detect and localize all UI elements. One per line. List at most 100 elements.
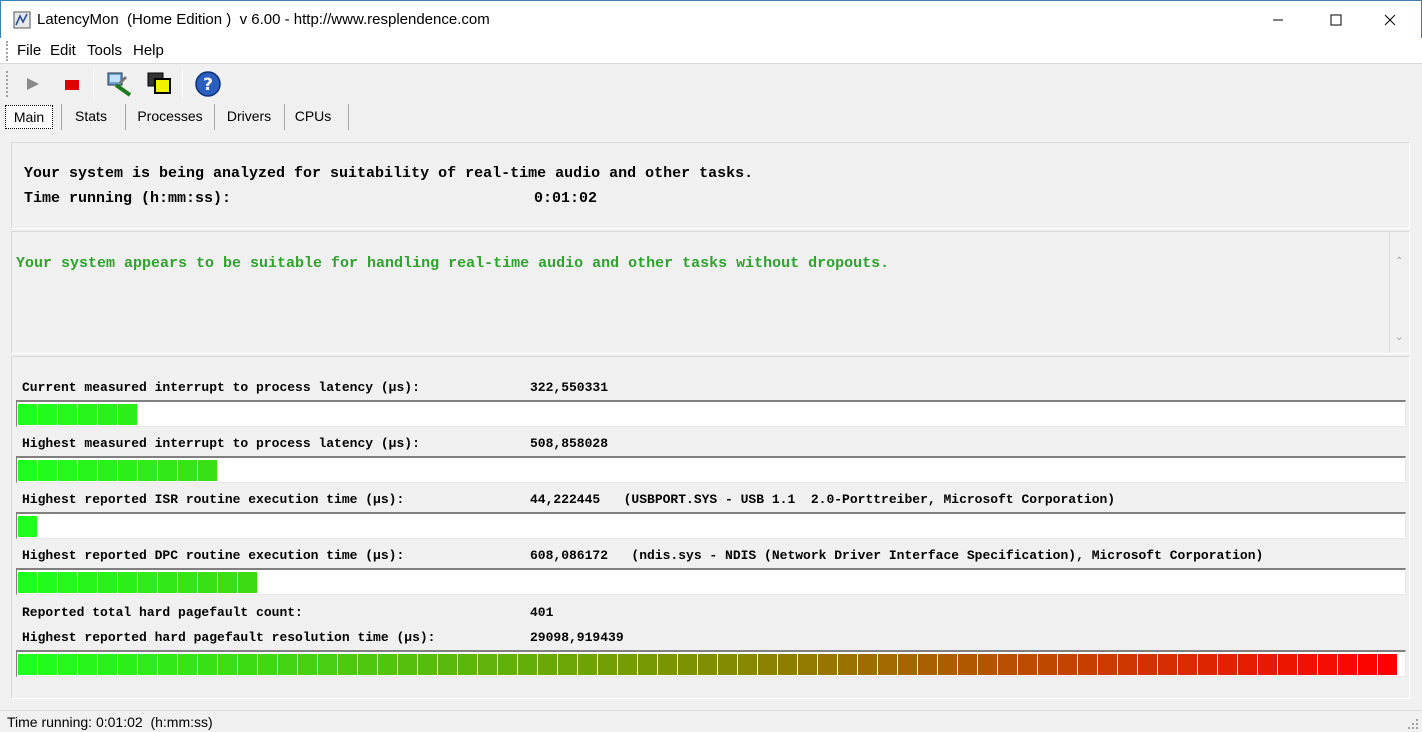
current-latency-label: Current measured interrupt to process la… bbox=[22, 380, 420, 395]
bar-segment bbox=[858, 654, 877, 675]
bar-segment bbox=[598, 654, 617, 675]
bar-segment bbox=[458, 654, 477, 675]
bar-segment bbox=[118, 654, 137, 675]
latencymon-app-icon bbox=[13, 11, 31, 29]
dpc-bar bbox=[16, 568, 1406, 595]
bar-segment bbox=[18, 460, 37, 481]
bar-segment bbox=[98, 572, 117, 593]
bar-segment bbox=[278, 654, 297, 675]
bar-segment bbox=[878, 654, 897, 675]
pagefault-time-bar bbox=[16, 650, 1406, 677]
bar-segment bbox=[978, 654, 997, 675]
bar-segment bbox=[98, 654, 117, 675]
tab-drivers[interactable]: Drivers bbox=[218, 105, 280, 129]
bar-segment bbox=[1018, 654, 1037, 675]
status-time-running: Time running: 0:01:02 (h:mm:ss) bbox=[7, 714, 213, 730]
bar-segment bbox=[58, 572, 77, 593]
toolbar-separator bbox=[182, 69, 183, 99]
resize-grip-icon[interactable] bbox=[1407, 718, 1419, 730]
menu-help[interactable]: Help bbox=[133, 42, 164, 59]
menu-file[interactable]: File bbox=[17, 42, 41, 59]
bar-segment bbox=[138, 572, 157, 593]
metrics-panel: Current measured interrupt to process la… bbox=[11, 356, 1410, 699]
bar-segment bbox=[638, 654, 657, 675]
bar-segment bbox=[438, 654, 457, 675]
bar-segment bbox=[138, 460, 157, 481]
bar-segment bbox=[178, 572, 197, 593]
status-bar: Time running: 0:01:02 (h:mm:ss) bbox=[0, 710, 1422, 732]
bar-segment bbox=[18, 516, 37, 537]
close-button[interactable] bbox=[1367, 1, 1413, 38]
pagefault-time-bar-fill bbox=[18, 654, 1398, 675]
highest-latency-label: Highest measured interrupt to process la… bbox=[22, 436, 420, 451]
bar-segment bbox=[18, 654, 37, 675]
bar-segment bbox=[1038, 654, 1057, 675]
bar-segment bbox=[258, 654, 277, 675]
toolbar-grip bbox=[6, 71, 9, 97]
copy-windows-button[interactable] bbox=[145, 69, 175, 99]
bar-segment bbox=[938, 654, 957, 675]
bar-segment bbox=[718, 654, 737, 675]
bar-segment bbox=[518, 654, 537, 675]
isr-value: 44,222445 (USBPORT.SYS - USB 1.1 2.0-Por… bbox=[530, 492, 1116, 507]
stop-button[interactable] bbox=[57, 69, 87, 99]
help-icon: ? bbox=[195, 71, 221, 97]
bar-segment bbox=[38, 404, 57, 425]
tab-stats[interactable]: Stats bbox=[65, 105, 117, 129]
maximize-icon bbox=[1330, 14, 1342, 25]
driver-settings-button[interactable] bbox=[104, 69, 134, 99]
tab-main[interactable]: Main bbox=[5, 105, 53, 129]
bar-segment bbox=[1158, 654, 1177, 675]
bar-segment bbox=[418, 654, 437, 675]
highest-latency-value: 508,858028 bbox=[530, 436, 609, 451]
minimize-button[interactable] bbox=[1255, 1, 1301, 38]
maximize-button[interactable] bbox=[1313, 1, 1359, 38]
bar-segment bbox=[778, 654, 797, 675]
bar-segment bbox=[78, 654, 97, 675]
bar-segment bbox=[758, 654, 777, 675]
dpc-bar-fill bbox=[18, 572, 258, 593]
scroll-down-icon[interactable]: ⌄ bbox=[1395, 332, 1403, 343]
bar-segment bbox=[98, 460, 117, 481]
verdict-scrollbar[interactable]: ⌃ ⌄ bbox=[1389, 232, 1409, 353]
bar-segment bbox=[558, 654, 577, 675]
bar-segment bbox=[338, 654, 357, 675]
dpc-value: 608,086172 (ndis.sys - NDIS (Network Dri… bbox=[530, 548, 1264, 563]
bar-segment bbox=[958, 654, 977, 675]
play-icon bbox=[27, 78, 39, 90]
stop-icon bbox=[65, 80, 79, 90]
help-button[interactable]: ? bbox=[193, 69, 223, 99]
tab-bar: Main Stats Processes Drivers CPUs bbox=[0, 102, 1422, 130]
menu-tools[interactable]: Tools bbox=[87, 42, 122, 59]
bar-segment bbox=[918, 654, 937, 675]
bar-segment bbox=[178, 460, 197, 481]
bar-segment bbox=[198, 654, 217, 675]
bar-segment bbox=[1238, 654, 1257, 675]
bar-segment bbox=[178, 654, 197, 675]
tab-cpus[interactable]: CPUs bbox=[288, 105, 338, 129]
bar-segment bbox=[358, 654, 377, 675]
close-icon bbox=[1384, 14, 1396, 25]
bar-segment bbox=[118, 572, 137, 593]
bar-segment bbox=[1138, 654, 1157, 675]
bar-segment bbox=[818, 654, 837, 675]
menu-bar: File Edit Tools Help bbox=[0, 38, 1422, 64]
bar-segment bbox=[238, 572, 257, 593]
bar-segment bbox=[138, 654, 157, 675]
bar-segment bbox=[478, 654, 497, 675]
current-latency-bar bbox=[16, 400, 1406, 427]
bar-segment bbox=[1318, 654, 1337, 675]
copy-windows-icon bbox=[147, 72, 171, 94]
bar-segment bbox=[1358, 654, 1377, 675]
highest-latency-bar-fill bbox=[18, 460, 218, 481]
verdict-text: Your system appears to be suitable for h… bbox=[16, 255, 890, 272]
scroll-up-icon[interactable]: ⌃ bbox=[1395, 256, 1403, 267]
isr-label: Highest reported ISR routine execution t… bbox=[22, 492, 405, 507]
tab-processes[interactable]: Processes bbox=[130, 105, 210, 129]
start-button[interactable] bbox=[18, 69, 48, 99]
bar-segment bbox=[578, 654, 597, 675]
bar-segment bbox=[18, 404, 37, 425]
tab-separator bbox=[284, 104, 285, 130]
menu-edit[interactable]: Edit bbox=[50, 42, 76, 59]
bar-segment bbox=[1258, 654, 1277, 675]
